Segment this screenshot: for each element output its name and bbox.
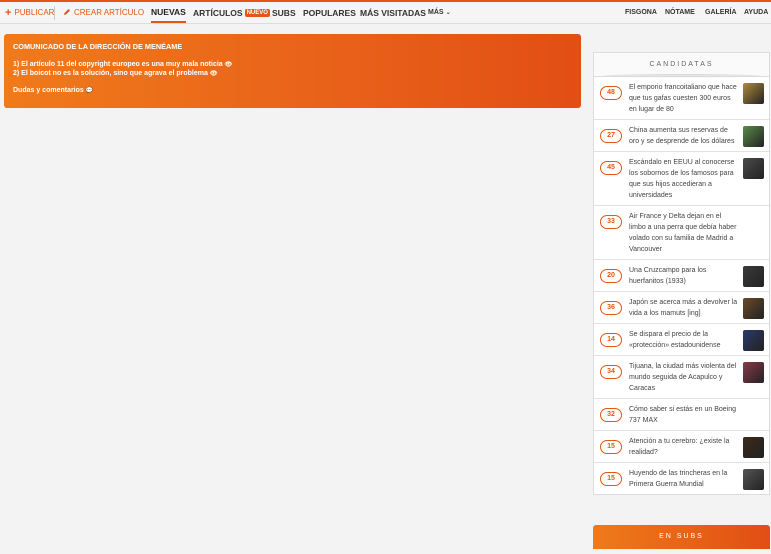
eye-icon: 👁 [209,71,218,77]
create-article-button[interactable]: CREAR ARTÍCULO [63,2,144,23]
candidate-thumbnail[interactable] [743,437,764,458]
candidate-title[interactable]: Japón se acerca más a devolver la vida a… [629,297,739,319]
sidebar: CANDIDATAS 48 El emporio francoitaliano q… [593,52,770,495]
candidate-title[interactable]: China aumenta sus reservas de oro y se d… [629,125,739,147]
candidate-thumbnail[interactable] [743,330,764,351]
candidate-thumbnail[interactable] [743,158,764,179]
nav-mas-visitadas[interactable]: MÁS VISITADAS [360,2,426,23]
chevron-down-icon: ⌄ [445,10,451,16]
vote-count[interactable]: 45 [600,161,622,175]
vote-count[interactable]: 20 [600,269,622,283]
nav-nuevas[interactable]: NUEVAS [151,2,186,23]
create-article-label: CREAR ARTÍCULO [74,8,145,17]
announcement-link-1[interactable]: 1) El artículo 11 del copyright europeo … [13,61,572,68]
vote-count[interactable]: 14 [600,333,622,347]
candidate-item[interactable]: 34 Tijuana, la ciudad más violenta del mu… [594,355,769,398]
candidate-title[interactable]: Escándalo en EEUU al conocerse los sobor… [629,157,739,201]
candidate-item[interactable]: 15 Atención a tu cerebro: ¿existe la real… [594,430,769,462]
vote-count[interactable]: 48 [600,86,622,100]
vote-count[interactable]: 36 [600,301,622,315]
vote-count[interactable]: 15 [600,440,622,454]
candidate-title[interactable]: Una Cruzcampo para los huerfanitos (1933… [629,265,739,287]
candidate-item[interactable]: 45 Escándalo en EEUU al conocerse los sob… [594,151,769,205]
nav-articulos[interactable]: ARTÍCULOS NUEVO [193,2,270,23]
candidate-item[interactable]: 20 Una Cruzcampo para los huerfanitos (19… [594,259,769,291]
announcement-link-2-text: 2) El boicot no es la solución, sino que… [13,70,208,77]
candidate-item[interactable]: 14 Se dispara el precio de la «protección… [594,323,769,355]
en-subs-header: EN SUBS [593,525,770,549]
nav-notame[interactable]: NÓTAME [665,2,695,23]
candidate-item[interactable]: 32 Cómo saber si estás en un Boeing 737 M… [594,398,769,430]
candidate-item[interactable]: 27 China aumenta sus reservas de oro y se… [594,119,769,151]
candidate-item[interactable]: 15 Huyendo de las trincheras en la Primer… [594,462,769,494]
candidate-title[interactable]: Huyendo de las trincheras en la Primera … [629,468,739,490]
new-badge: NUEVO [244,8,270,17]
vote-count[interactable]: 32 [600,408,622,422]
candidate-thumbnail[interactable] [743,83,764,104]
announcement-link-2[interactable]: 2) El boicot no es la solución, sino que… [13,70,572,77]
nav-ayuda[interactable]: AYUDA [744,2,768,23]
announcement-title: COMUNICADO DE LA DIRECCIÓN DE MENÉAME [13,42,183,51]
nav-articulos-label: ARTÍCULOS [193,7,243,18]
candidate-title[interactable]: Air France y Delta dejan en el limbo a u… [629,211,739,255]
vote-count[interactable]: 33 [600,215,622,229]
nav-populares[interactable]: POPULARES [303,2,356,23]
nav-subs[interactable]: SUBS [272,2,296,23]
nav-mas-dropdown[interactable]: MÁS ⌄ [428,2,451,23]
publish-button[interactable]: + PUBLICAR [5,2,54,23]
vote-count[interactable]: 15 [600,472,622,486]
candidate-thumbnail[interactable] [743,126,764,147]
candidate-title[interactable]: Atención a tu cerebro: ¿existe la realid… [629,436,739,458]
candidate-thumbnail[interactable] [743,362,764,383]
candidate-thumbnail[interactable] [743,469,764,490]
nav-fisgona[interactable]: FISGONA [625,2,657,23]
candidate-item[interactable]: 33 Air France y Delta dejan en el limbo a… [594,205,769,259]
candidate-thumbnail[interactable] [743,266,764,287]
vote-count[interactable]: 27 [600,129,622,143]
candidate-title[interactable]: Se dispara el precio de la «protección» … [629,329,739,351]
candidate-item[interactable]: 48 El emporio francoitaliano que hace que… [594,77,769,119]
candidate-thumbnail[interactable] [743,298,764,319]
topbar-divider [54,6,55,20]
nav-mas-label: MÁS [428,9,444,16]
eye-icon: 👁 [224,62,233,68]
candidates-header: CANDIDATAS [593,52,770,78]
nav-galeria[interactable]: GALERÍA [705,2,737,23]
candidate-item[interactable]: 36 Japón se acerca más a devolver la vida… [594,291,769,323]
doubts-label: Dudas y comentarios [13,87,84,94]
management-announcement: COMUNICADO DE LA DIRECCIÓN DE MENÉAME 1)… [4,34,581,108]
candidate-title[interactable]: Cómo saber si estás en un Boeing 737 MAX [629,404,739,426]
pencil-icon [63,8,71,18]
comment-icon: 💬 [85,88,94,94]
top-navbar: + PUBLICAR CREAR ARTÍCULO NUEVAS ARTÍCUL… [0,2,771,24]
candidates-list: 48 El emporio francoitaliano que hace que… [593,76,770,495]
publish-label: PUBLICAR [14,8,55,17]
plus-icon: + [5,6,12,19]
candidate-title[interactable]: El emporio francoitaliano que hace que t… [629,82,739,115]
vote-count[interactable]: 34 [600,365,622,379]
announcement-link-1-text: 1) El artículo 11 del copyright europeo … [13,61,223,68]
doubts-comments-link[interactable]: Dudas y comentarios 💬 [13,87,572,94]
candidate-title[interactable]: Tijuana, la ciudad más violenta del mund… [629,361,739,394]
